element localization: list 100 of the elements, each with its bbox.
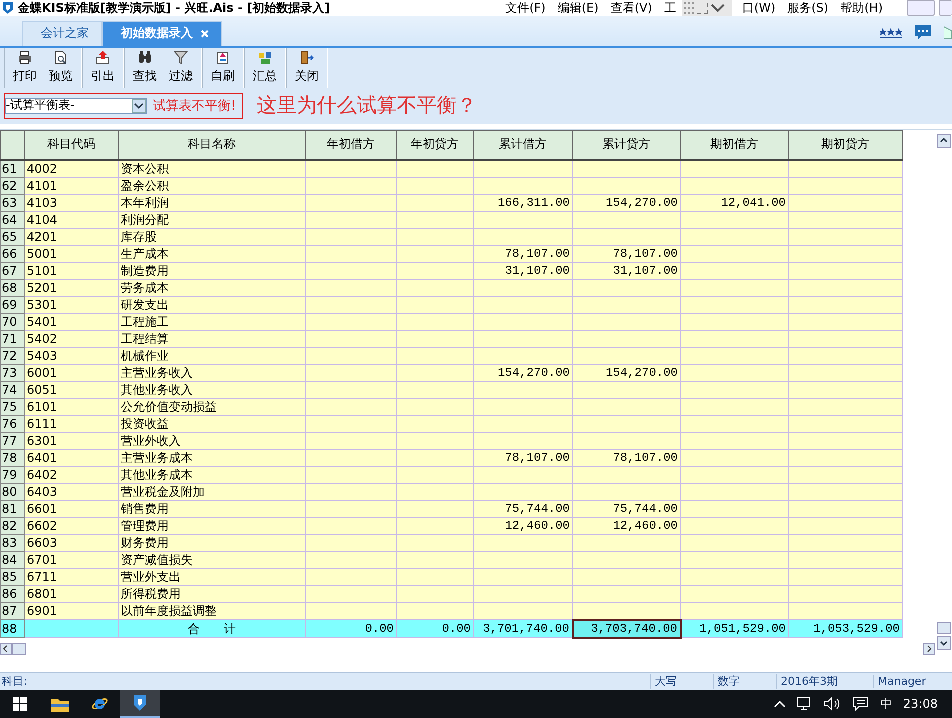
table-cell: 75,744.00 (474, 500, 572, 518)
chevron-down-icon[interactable] (711, 4, 726, 12)
table-cell: 营业税金及附加 (118, 483, 306, 500)
column-header[interactable]: 年初借方 (306, 130, 396, 160)
chevron-up-icon[interactable] (774, 700, 786, 708)
row-number: 82 (0, 517, 24, 534)
app-logo-icon[interactable] (133, 694, 147, 712)
menu-item[interactable]: 工 (658, 0, 682, 16)
row-number: 79 (0, 466, 24, 484)
table-cell: 本年利润 (118, 194, 306, 212)
row-number: 80 (0, 483, 24, 500)
table-cell: 4101 (24, 177, 118, 194)
status-field: 大写 (650, 674, 713, 690)
table-cell: 6001 (24, 364, 118, 382)
table-cell: 销售费用 (118, 500, 306, 518)
toolbar-button[interactable]: 汇总 (247, 48, 283, 88)
table-cell: 工程施工 (118, 313, 306, 330)
column-header[interactable]: 累计借方 (474, 130, 572, 160)
menu-item[interactable]: 口(W) (736, 0, 782, 16)
refresh-icon (216, 50, 230, 65)
table-cell: 5201 (24, 279, 118, 296)
printer-icon (18, 50, 32, 65)
table-cell: 6711 (24, 568, 118, 586)
toolbar-button[interactable]: 预览 (43, 48, 79, 88)
toolbar-button[interactable]: 关闭 (289, 48, 325, 88)
table-cell: 工程结算 (118, 330, 306, 348)
toolbar-button[interactable]: 打印 (7, 48, 43, 88)
toolbar-button[interactable]: 过滤 (163, 48, 199, 88)
close-icon[interactable] (201, 30, 209, 38)
row-number: 68 (0, 279, 24, 296)
table-cell: 营业外收入 (118, 432, 306, 450)
table-cell: 6101 (24, 398, 118, 416)
notification-icon[interactable] (853, 697, 870, 711)
table-cell[interactable]: 1,053,529.00 (788, 620, 902, 638)
network-icon[interactable] (797, 697, 814, 711)
input-method-indicator[interactable]: 中 (880, 696, 892, 712)
row-number: 66 (0, 245, 24, 262)
scrollbar-thumb[interactable] (12, 643, 26, 656)
status-field: 数字 (713, 674, 776, 690)
menu-item[interactable]: 文件(F) (500, 0, 552, 16)
menu-item[interactable]: 编辑(E) (552, 0, 605, 16)
summary-icon (258, 50, 272, 65)
toolbar-button[interactable]: 引出 (85, 48, 121, 88)
clock-text[interactable]: 23:08 (903, 697, 938, 711)
scroll-up-icon[interactable] (936, 134, 950, 148)
table-cell: 财务费用 (118, 534, 306, 552)
column-header[interactable]: 年初贷方 (396, 130, 474, 160)
table-cell: 营业外支出 (118, 568, 306, 586)
column-header[interactable]: 期初借方 (680, 130, 788, 160)
tab[interactable]: 会计之家 (22, 20, 102, 46)
table-cell[interactable]: 0.00 (306, 620, 396, 638)
table-cell: 6801 (24, 585, 118, 602)
table-cell: 12,041.00 (680, 194, 788, 212)
table-cell[interactable]: 3,701,740.00 (474, 620, 572, 638)
menu-item[interactable]: 查看(V) (604, 0, 658, 16)
table-cell: 6901 (24, 602, 118, 620)
table-cell: 31,107.00 (474, 262, 572, 280)
row-number: 65 (0, 228, 24, 246)
fullscreen-icon[interactable] (697, 2, 708, 14)
table-cell: 公允价值变动损益 (118, 398, 306, 416)
table-cell: 6301 (24, 432, 118, 450)
menu-item[interactable]: 帮助(H) (834, 0, 889, 16)
menu-item[interactable]: 服务(S) (782, 0, 835, 16)
toolbar-button[interactable]: 查找 (127, 48, 163, 88)
report-select[interactable]: -试算平衡表- (5, 98, 147, 114)
column-header[interactable]: 科目名称 (118, 130, 306, 160)
export-icon (96, 50, 110, 65)
table-cell: 78,107.00 (474, 245, 572, 262)
row-number: 86 (0, 585, 24, 602)
toolbar-button[interactable]: 自刷 (205, 48, 241, 88)
row-number: 72 (0, 347, 24, 364)
windows-icon (13, 697, 27, 711)
folder-icon[interactable] (51, 696, 69, 712)
table-cell: 78,107.00 (474, 449, 572, 466)
volume-icon[interactable] (824, 697, 842, 711)
column-header[interactable]: 累计贷方 (572, 130, 680, 160)
table-cell: 12,460.00 (474, 517, 572, 534)
scroll-left-icon[interactable] (0, 643, 12, 656)
table-cell[interactable]: 0.00 (396, 620, 474, 638)
window-title: 金蝶KIS标准版[教学演示版] - 兴旺.Ais - [初始数据录入] (18, 0, 332, 16)
warning-text: 试算表不平衡! (153, 98, 236, 115)
scroll-down-icon[interactable] (936, 636, 950, 650)
scrollbar-thumb[interactable] (936, 622, 950, 634)
scroll-right-icon[interactable] (923, 643, 935, 656)
table-cell: 6402 (24, 466, 118, 484)
row-number: 69 (0, 296, 24, 314)
row-number: 71 (0, 330, 24, 348)
column-header[interactable]: 科目代码 (24, 130, 118, 160)
row-number: 78 (0, 449, 24, 466)
row-number: 88 (0, 620, 24, 638)
binoculars-icon (138, 50, 152, 65)
row-number: 87 (0, 602, 24, 620)
table-cell: 5401 (24, 313, 118, 330)
table-cell: 5403 (24, 347, 118, 364)
chat-icon[interactable] (914, 24, 932, 41)
table-cell[interactable]: 1,051,529.00 (680, 620, 788, 638)
column-header[interactable]: 期初贷方 (788, 130, 902, 160)
stars-icon[interactable] (880, 28, 902, 38)
table-cell[interactable]: 3,703,740.00 (572, 620, 680, 638)
table-cell: 生产成本 (118, 245, 306, 262)
